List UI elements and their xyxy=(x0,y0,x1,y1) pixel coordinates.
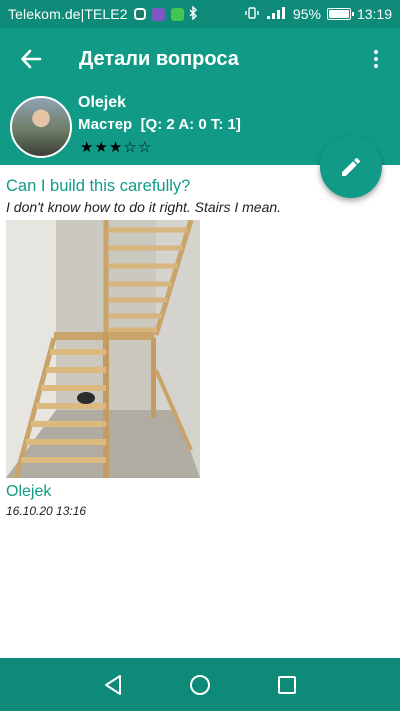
instagram-notification-icon xyxy=(133,8,146,20)
arrow-left-icon xyxy=(21,49,42,69)
star-filled-icon: ★ xyxy=(94,139,109,156)
nav-recents-button[interactable] xyxy=(267,665,307,705)
triangle-back-icon xyxy=(105,674,122,695)
battery-icon xyxy=(326,8,354,20)
clock: 13:19 xyxy=(356,6,392,22)
star-empty-icon: ☆ xyxy=(137,139,153,156)
question-title: Can I build this carefully? xyxy=(6,177,191,195)
status-right: 95% 13:19 xyxy=(245,6,392,23)
system-nav-bar xyxy=(0,658,400,711)
battery-percent: 95% xyxy=(292,6,321,22)
dot xyxy=(374,57,378,61)
question-content: Can I build this carefully? I don't know… xyxy=(6,176,394,518)
page-title: Детали вопроса xyxy=(79,47,239,70)
user-name[interactable]: Olejek xyxy=(78,94,126,112)
overflow-menu-button[interactable] xyxy=(352,28,400,90)
circle-home-icon xyxy=(189,674,210,695)
dot xyxy=(374,50,378,54)
screen: Telekom.de|TELE2 95% 13:19 Детали вопрос… xyxy=(0,0,400,711)
viber-notification-icon xyxy=(151,7,165,21)
question-body: I don't know how to do it right. Stairs … xyxy=(6,199,282,215)
whatsapp-notification-icon xyxy=(170,7,184,21)
question-date: 16.10.20 13:16 xyxy=(6,504,87,518)
status-bar: Telekom.de|TELE2 95% 13:19 xyxy=(0,0,400,28)
bluetooth-icon xyxy=(188,4,198,23)
question-photo[interactable] xyxy=(6,220,200,478)
status-left: Telekom.de|TELE2 xyxy=(8,4,198,23)
app-bar: Детали вопроса xyxy=(0,28,400,90)
question-author[interactable]: Olejek xyxy=(6,483,394,501)
star-filled-icon: ★ xyxy=(80,139,95,156)
dot xyxy=(374,64,378,68)
user-rank: Мастер xyxy=(78,116,133,133)
vibrate-icon xyxy=(245,6,259,23)
star-filled-icon: ★ xyxy=(108,139,124,156)
square-recents-icon xyxy=(277,675,296,694)
user-rank-line: Мастер [Q: 2 A: 0 T: 1] xyxy=(78,116,241,133)
user-stats: [Q: 2 A: 0 T: 1] xyxy=(140,116,241,133)
back-button[interactable] xyxy=(0,28,62,90)
nav-home-button[interactable] xyxy=(180,665,220,705)
signal-icon xyxy=(265,6,287,23)
carrier-label: Telekom.de|TELE2 xyxy=(8,6,128,22)
avatar[interactable] xyxy=(10,96,72,158)
nav-back-button[interactable] xyxy=(93,665,133,705)
rating-stars: ★★★☆☆ xyxy=(80,138,152,156)
star-empty-icon: ☆ xyxy=(123,139,138,156)
